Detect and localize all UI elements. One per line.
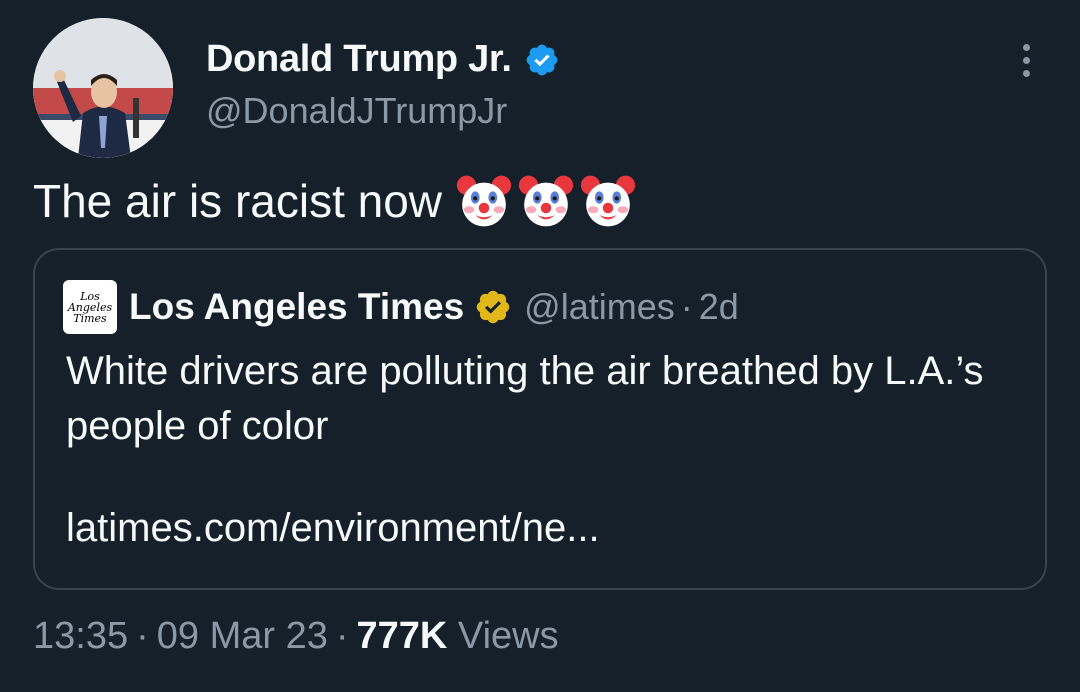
clown-face-icon <box>580 175 636 227</box>
quoted-text: White drivers are polluting the air brea… <box>66 349 984 448</box>
tweet-time[interactable]: 13:35 <box>33 615 128 657</box>
views-count[interactable]: 777K <box>357 615 448 657</box>
author-display-name[interactable]: Donald Trump Jr. <box>206 38 512 81</box>
more-options-icon[interactable] <box>1010 40 1042 84</box>
quoted-tweet-header: Los Angeles Times Los Angeles Times @lat… <box>63 280 739 334</box>
tweet-meta: 13:35 · 09 Mar 23 · 777K Views <box>33 615 559 658</box>
tweet-container: Donald Trump Jr. @DonaldJTrumpJr The air… <box>0 0 1080 692</box>
logo-line: Times <box>73 311 107 325</box>
verified-badge-icon <box>526 44 557 75</box>
tweet-text: The air is racist now <box>33 173 642 229</box>
quoted-time[interactable]: 2d <box>699 286 739 328</box>
emoji-row <box>456 173 642 229</box>
logo-line: Angeles <box>67 300 113 314</box>
avatar-image <box>33 18 173 158</box>
views-label: Views <box>457 615 559 657</box>
quoted-tweet[interactable]: Los Angeles Times Los Angeles Times @lat… <box>33 248 1047 590</box>
separator-dot: · <box>136 615 149 657</box>
clown-face-icon <box>456 175 512 227</box>
quoted-handle[interactable]: @latimes <box>524 286 675 328</box>
quoted-display-name[interactable]: Los Angeles Times <box>129 286 464 328</box>
latimes-logo[interactable]: Los Angeles Times <box>63 280 117 334</box>
author-name-row: Donald Trump Jr. <box>206 38 560 81</box>
author-handle[interactable]: @DonaldJTrumpJr <box>206 90 507 132</box>
clown-face-icon <box>518 175 574 227</box>
quoted-link[interactable]: latimes.com/environment/ne... <box>66 506 600 551</box>
avatar[interactable] <box>33 18 173 158</box>
tweet-date[interactable]: 09 Mar 23 <box>157 615 328 657</box>
tweet-text-content: The air is racist now <box>33 175 443 227</box>
gold-verified-badge-icon <box>476 290 510 324</box>
separator-dot: · <box>335 615 349 657</box>
logo-line: Los <box>80 289 100 303</box>
separator-dot: · <box>680 286 693 327</box>
